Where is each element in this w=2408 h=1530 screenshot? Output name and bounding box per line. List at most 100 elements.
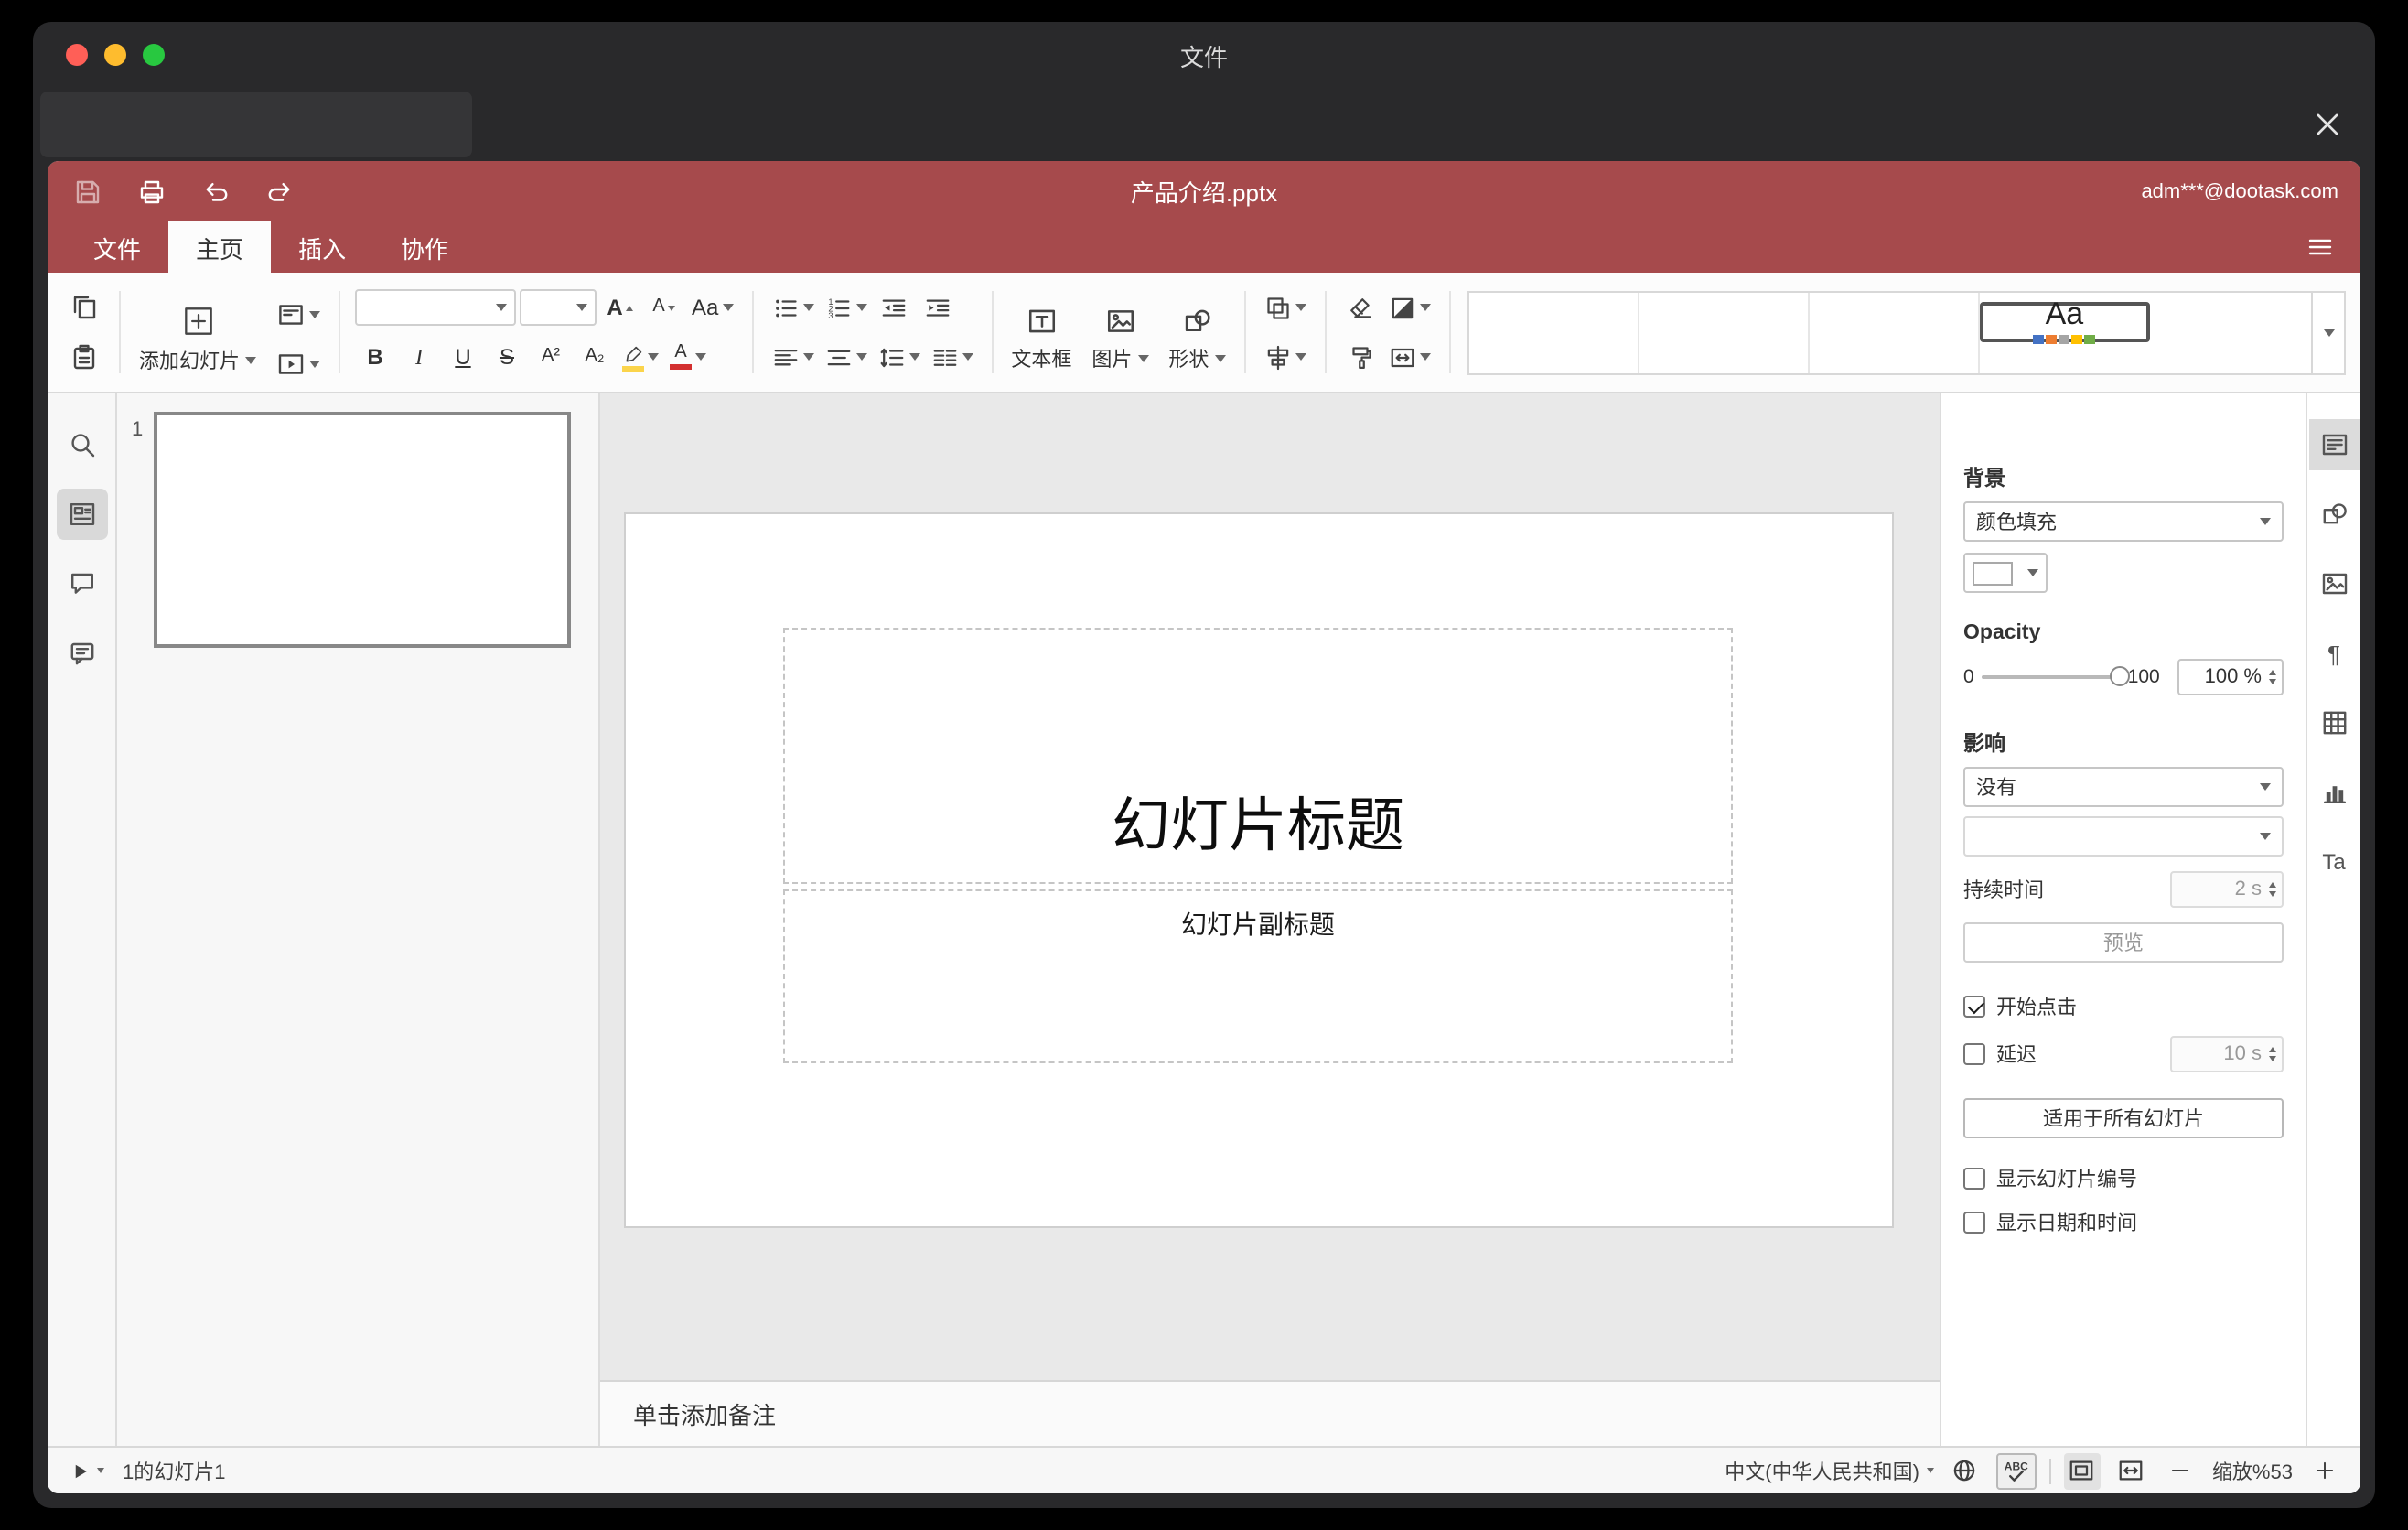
slide-group: 添加幻灯片 <box>126 287 333 392</box>
copy-icon[interactable] <box>64 287 104 328</box>
table-settings-button[interactable] <box>2308 697 2360 749</box>
delay-checkbox[interactable]: 延迟 10 s <box>1963 1036 2284 1072</box>
start-on-click-checkbox[interactable]: 开始点击 <box>1963 992 2284 1021</box>
underline-button[interactable]: U <box>443 337 483 377</box>
tab-file[interactable]: 文件 <box>66 221 168 273</box>
highlight-color-button[interactable] <box>618 337 662 377</box>
clear-style-button[interactable] <box>1340 287 1381 328</box>
slide-subtitle-placeholder[interactable]: 幻灯片副标题 <box>783 889 1733 1063</box>
slide-thumbnail[interactable] <box>154 412 571 648</box>
close-icon[interactable] <box>2306 102 2349 146</box>
insert-image-button[interactable]: 图片 <box>1088 306 1152 373</box>
paragraph-settings-button[interactable]: ¶ <box>2308 628 2360 679</box>
show-date-time-label: 显示日期和时间 <box>1996 1213 2137 1235</box>
arrange-shapes-button[interactable] <box>1260 287 1309 328</box>
superscript-button[interactable]: A² <box>531 337 571 377</box>
notes-area[interactable]: 单击添加备注 <box>600 1380 1940 1446</box>
right-icon-rail: ¶ Ta <box>2306 393 2360 1446</box>
theme-option-2[interactable] <box>1639 292 1810 372</box>
search-button[interactable] <box>56 419 107 470</box>
align-shapes-button[interactable] <box>1260 337 1309 377</box>
duration-value: 2 s <box>2234 878 2262 900</box>
font-size-select[interactable] <box>520 289 597 326</box>
slide-size-button[interactable] <box>1384 337 1434 377</box>
increase-indent-button[interactable] <box>918 287 958 328</box>
tab-home[interactable]: 主页 <box>168 221 272 273</box>
theme-option-1[interactable] <box>1468 292 1639 372</box>
horizontal-align-button[interactable] <box>768 337 817 377</box>
increase-font-size-button[interactable]: A <box>600 287 640 328</box>
comments-panel-button[interactable] <box>56 558 107 609</box>
color-swatch <box>1973 561 2013 585</box>
delay-input[interactable]: 10 s <box>2170 1036 2284 1072</box>
redo-icon[interactable] <box>262 173 298 210</box>
chat-panel-button[interactable] <box>56 628 107 679</box>
opacity-slider-knob[interactable] <box>2109 666 2130 686</box>
language-select[interactable]: 中文(中华人民共和国) <box>1725 1456 1934 1485</box>
minimize-traffic-light[interactable] <box>104 44 126 66</box>
slideshow-status-button[interactable] <box>66 1452 108 1489</box>
strikethrough-button[interactable]: S <box>487 337 527 377</box>
change-layout-button[interactable] <box>273 295 324 335</box>
italic-button[interactable]: I <box>399 337 439 377</box>
textart-settings-button[interactable]: Ta <box>2308 836 2360 888</box>
tab-insert[interactable]: 插入 <box>271 221 373 273</box>
start-slideshow-button[interactable] <box>273 344 324 384</box>
chart-settings-button[interactable] <box>2308 767 2360 818</box>
subscript-button[interactable]: A₂ <box>575 337 615 377</box>
font-color-button[interactable]: A <box>666 337 710 377</box>
columns-button[interactable] <box>927 337 976 377</box>
account-email: adm***@dootask.com <box>2141 180 2338 202</box>
paste-icon[interactable] <box>64 337 104 377</box>
theme-option-selected[interactable]: Aa <box>1979 298 2150 344</box>
duration-input[interactable]: 2 s <box>2170 871 2284 908</box>
add-slide-button[interactable]: 添加幻灯片 <box>135 304 260 375</box>
image-settings-button[interactable] <box>2308 558 2360 609</box>
insert-shape-button[interactable]: 形状 <box>1165 306 1229 373</box>
save-icon[interactable] <box>70 173 106 210</box>
slide-settings-button[interactable] <box>2308 419 2360 470</box>
zoom-in-button[interactable] <box>2306 1452 2342 1489</box>
spellcheck-icon[interactable] <box>1995 1452 2037 1489</box>
font-name-select[interactable] <box>355 289 516 326</box>
decrease-font-size-button[interactable]: A <box>644 287 684 328</box>
show-slide-number-checkbox[interactable]: 显示幻灯片编号 <box>1963 1164 2284 1193</box>
decrease-indent-button[interactable] <box>874 287 914 328</box>
zoom-out-button[interactable] <box>2163 1452 2199 1489</box>
theme-gallery-expand-button[interactable] <box>2313 290 2346 374</box>
preview-button[interactable]: 预览 <box>1963 922 2284 963</box>
color-scheme-button[interactable] <box>1384 287 1434 328</box>
bold-button[interactable]: B <box>355 337 395 377</box>
shape-settings-button[interactable] <box>2308 489 2360 540</box>
numbering-button[interactable] <box>821 287 870 328</box>
slide-subtitle-text: 幻灯片副标题 <box>1181 910 1335 939</box>
background-fill-select[interactable]: 颜色填充 <box>1963 501 2284 542</box>
fit-slide-button[interactable] <box>2063 1452 2101 1489</box>
insert-textbox-button[interactable]: 文本框 <box>1007 306 1075 373</box>
slide-canvas[interactable]: 幻灯片标题 幻灯片副标题 <box>600 393 1940 1380</box>
slides-panel-button[interactable] <box>56 489 107 540</box>
apply-all-button[interactable]: 适用于所有幻灯片 <box>1963 1098 2284 1138</box>
opacity-slider[interactable] <box>1981 666 2130 686</box>
print-icon[interactable] <box>134 173 170 210</box>
zoom-traffic-light[interactable] <box>143 44 165 66</box>
effect-option-select[interactable] <box>1963 816 2284 857</box>
set-language-globe-icon[interactable] <box>1947 1452 1983 1489</box>
close-traffic-light[interactable] <box>66 44 88 66</box>
bullets-button[interactable] <box>768 287 817 328</box>
menu-icon[interactable] <box>2306 232 2342 262</box>
background-color-picker[interactable] <box>1963 553 2048 593</box>
line-spacing-button[interactable] <box>874 337 923 377</box>
slide[interactable]: 幻灯片标题 幻灯片副标题 <box>626 514 1892 1226</box>
theme-option-3[interactable] <box>1809 292 1980 372</box>
change-case-button[interactable]: Aa <box>688 287 736 328</box>
vertical-align-button[interactable] <box>821 337 870 377</box>
effect-select[interactable]: 没有 <box>1963 767 2284 807</box>
fit-width-button[interactable] <box>2113 1452 2150 1489</box>
undo-icon[interactable] <box>198 173 234 210</box>
slide-title-placeholder[interactable]: 幻灯片标题 <box>783 628 1733 884</box>
show-date-time-checkbox[interactable]: 显示日期和时间 <box>1963 1208 2284 1237</box>
tab-collaboration[interactable]: 协作 <box>373 221 476 273</box>
opacity-input[interactable]: 100 % <box>2177 659 2284 695</box>
copy-style-button[interactable] <box>1340 337 1381 377</box>
